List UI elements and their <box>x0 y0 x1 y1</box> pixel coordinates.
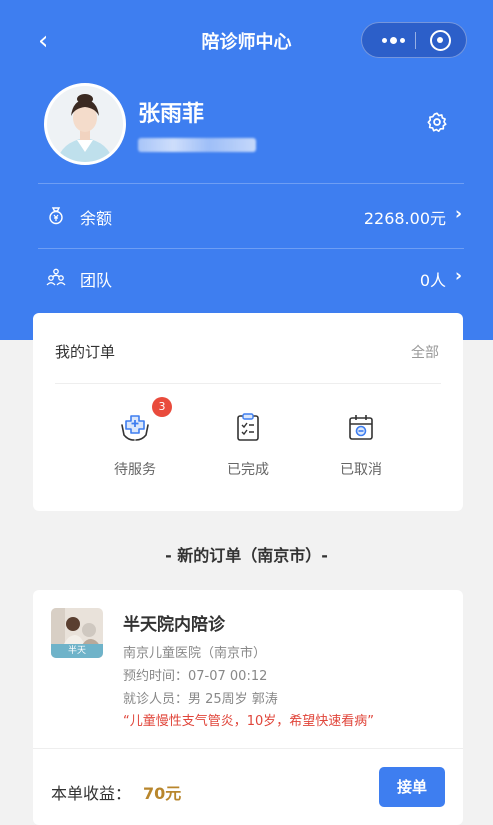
order-tab-label: 已完成 <box>227 462 269 478</box>
blurred-phone <box>138 138 256 152</box>
order-tab-cancelled[interactable]: 已取消 <box>301 403 421 493</box>
my-orders-card: 我的订单 全部 3 待服务 已完成 已取消 <box>33 313 463 511</box>
pending-count-badge: 3 <box>152 397 172 417</box>
service-name: 半天院内陪诊 <box>123 615 225 635</box>
team-row[interactable]: 团队 0人 › <box>38 257 464 297</box>
income-label: 本单收益： <box>51 784 132 803</box>
service-tag: 半天 <box>51 644 103 658</box>
user-name: 张雨菲 <box>138 102 205 127</box>
order-tab-label: 待服务 <box>114 462 156 478</box>
patient-info: 就诊人员：男 25周岁 郭涛 <box>123 692 278 707</box>
new-order-card[interactable]: 半天 半天院内陪诊 南京儿童医院（南京市） 预约时间：07-07 00:12 就… <box>33 590 463 825</box>
order-tab-label: 已取消 <box>340 462 382 478</box>
mini-program-capsule <box>361 22 467 58</box>
header-divider <box>38 183 464 184</box>
team-label: 团队 <box>80 271 113 290</box>
avatar[interactable] <box>44 83 126 165</box>
team-icon <box>46 268 66 286</box>
more-icon[interactable] <box>372 23 414 57</box>
nav-bar: ‹ 陪诊师中心 <box>0 18 493 66</box>
balance-label: 余额 <box>80 209 113 228</box>
team-value: 0人 <box>419 271 446 290</box>
close-miniprogram-icon[interactable] <box>430 30 451 51</box>
hospital-name: 南京儿童医院（南京市） <box>123 646 267 661</box>
hands-medical-icon <box>121 415 149 441</box>
chevron-right-icon: › <box>454 266 462 286</box>
orders-divider <box>55 383 441 384</box>
accept-order-button[interactable]: 接单 <box>379 767 445 807</box>
order-tab-completed[interactable]: 已完成 <box>188 403 308 493</box>
balance-row[interactable]: 余额 2268.00元 › <box>38 195 464 235</box>
service-thumbnail: 半天 <box>51 608 103 658</box>
card-divider <box>33 748 463 749</box>
new-orders-title: - 新的订单（南京市）- <box>165 546 328 565</box>
capsule-divider <box>415 32 416 49</box>
appointment-time: 预约时间：07-07 00:12 <box>123 669 268 684</box>
row-divider <box>38 248 464 249</box>
calendar-cancel-icon <box>349 415 373 440</box>
gear-icon[interactable] <box>426 111 448 133</box>
my-orders-title: 我的订单 <box>55 343 116 361</box>
money-bag-icon <box>49 207 63 225</box>
income-value: 70元 <box>143 784 182 803</box>
order-remark: “儿童慢性支气管炎，10岁，希望快速看病” <box>123 714 375 729</box>
order-tab-pending[interactable]: 3 待服务 <box>75 397 195 493</box>
balance-value: 2268.00元 <box>363 209 446 228</box>
clipboard-check-icon <box>237 413 259 441</box>
all-orders-link[interactable]: 全部 <box>411 342 439 362</box>
profile-header: ‹ 陪诊师中心 张雨菲 余额 2268.00元 › 团队 0人 › <box>0 0 493 340</box>
chevron-right-icon: › <box>454 204 462 224</box>
